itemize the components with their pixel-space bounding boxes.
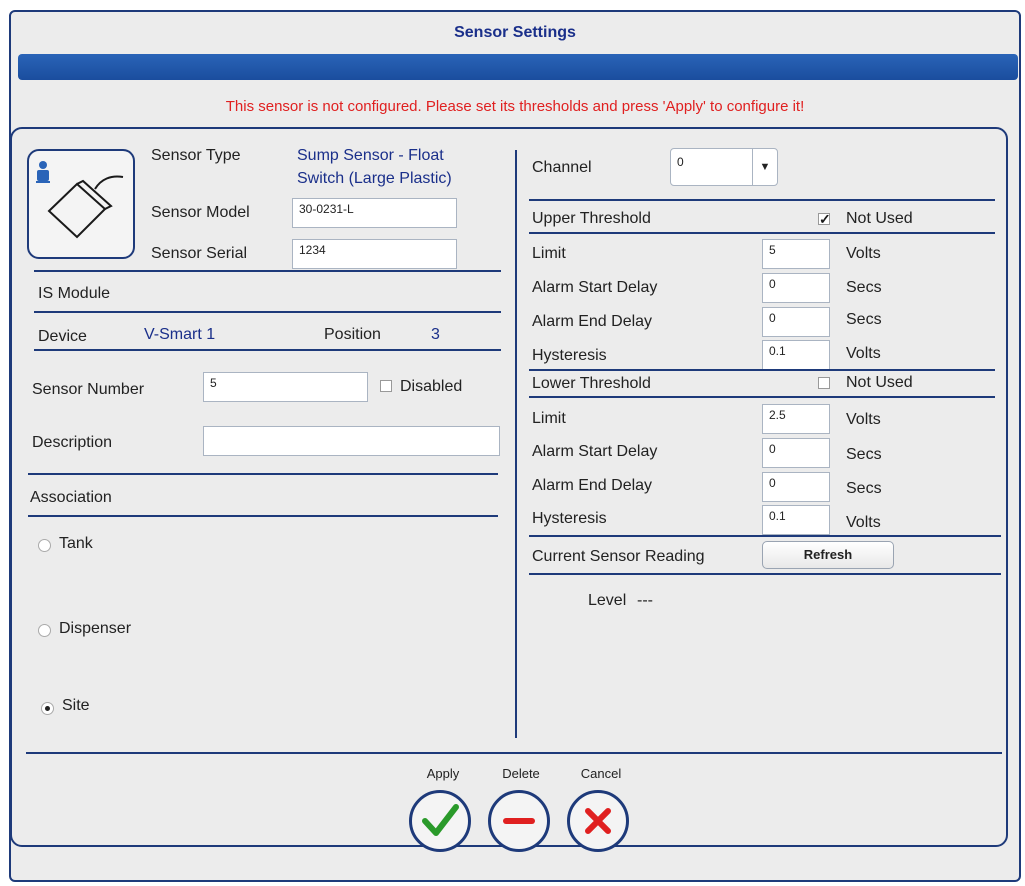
close-icon [585,808,611,834]
divider [529,369,995,371]
apply-button[interactable] [409,790,471,852]
description-field[interactable] [203,426,500,456]
upper-end-delay-unit: Secs [846,311,882,328]
current-reading-label: Current Sensor Reading [532,548,705,565]
divider [34,270,501,272]
upper-limit-unit: Volts [846,245,881,262]
divider [34,349,501,351]
association-tank-radio[interactable] [38,539,51,552]
lower-not-used-label: Not Used [846,374,913,391]
divider [529,573,1001,575]
lower-end-delay-field[interactable]: 0 [762,472,830,502]
lower-start-delay-unit: Secs [846,446,882,463]
sensor-model-field[interactable]: 30-0231-L [292,198,457,228]
lower-hysteresis-label: Hysteresis [532,510,607,527]
sensor-serial-label: Sensor Serial [151,245,248,262]
association-tank-label: Tank [59,535,93,552]
sensor-number-label: Sensor Number [32,381,145,398]
divider [26,752,1002,754]
association-dispenser-label: Dispenser [59,620,132,637]
warning-message: This sensor is not configured. Please se… [225,98,805,115]
lower-threshold-heading: Lower Threshold [532,375,651,392]
dialog-title: Sensor Settings [454,24,576,41]
association-site-radio[interactable] [41,702,54,715]
upper-hysteresis-field[interactable]: 0.1 [762,340,830,370]
cancel-label: Cancel [580,766,622,781]
delete-button[interactable] [488,790,550,852]
sensor-type-value-line2: Switch (Large Plastic) [297,170,452,187]
checkmark-icon [422,804,459,836]
disabled-checkbox[interactable] [380,380,392,392]
lower-start-delay-field[interactable]: 0 [762,438,830,468]
device-label: Device [38,328,87,345]
lower-hysteresis-unit: Volts [846,514,881,531]
sensor-model-label: Sensor Model [151,204,250,221]
description-label: Description [32,434,113,451]
position-label: Position [324,326,381,343]
divider [529,199,995,201]
channel-label: Channel [532,159,592,176]
divider [529,396,995,398]
level-label: Level [588,592,627,609]
sensor-type-label: Sensor Type [151,147,241,164]
divider [529,535,1001,537]
checkmark-icon: ✓ [819,211,831,227]
association-dispenser-radio[interactable] [38,624,51,637]
upper-limit-label: Limit [532,245,566,262]
upper-start-delay-unit: Secs [846,279,882,296]
upper-end-delay-label: Alarm End Delay [532,313,653,330]
float-switch-sensor-icon [27,149,135,259]
minus-icon [503,818,535,824]
column-divider [515,150,517,738]
dropdown-arrow-icon[interactable]: ▼ [752,149,777,185]
divider [34,311,501,313]
sensor-serial-field[interactable]: 1234 [292,239,457,269]
upper-not-used-label: Not Used [846,210,913,227]
divider [28,515,498,517]
device-value: V-Smart 1 [144,326,216,343]
association-site-label: Site [62,697,90,714]
upper-start-delay-label: Alarm Start Delay [532,279,658,296]
channel-select[interactable]: 0 ▼ [670,148,778,186]
lower-end-delay-label: Alarm End Delay [532,477,653,494]
delete-label: Delete [502,766,540,781]
upper-end-delay-field[interactable]: 0 [762,307,830,337]
lower-not-used-checkbox[interactable] [818,377,830,389]
lower-limit-field[interactable]: 2.5 [762,404,830,434]
disabled-label: Disabled [400,378,463,395]
sensor-number-field[interactable]: 5 [203,372,368,402]
upper-limit-field[interactable]: 5 [762,239,830,269]
upper-not-used-checkbox[interactable]: ✓ [818,211,831,227]
apply-label: Apply [426,766,460,781]
divider [529,232,995,234]
header-bar [18,54,1018,80]
lower-start-delay-label: Alarm Start Delay [532,443,658,460]
lower-limit-unit: Volts [846,411,881,428]
level-value: --- [637,592,653,609]
position-value: 3 [431,326,440,343]
divider [28,473,498,475]
association-heading: Association [30,489,112,506]
lower-limit-label: Limit [532,410,566,427]
refresh-button[interactable]: Refresh [762,541,894,569]
upper-hysteresis-label: Hysteresis [532,347,607,364]
lower-hysteresis-field[interactable]: 0.1 [762,505,830,535]
upper-hysteresis-unit: Volts [846,345,881,362]
channel-value: 0 [677,155,684,169]
sensor-type-value-line1: Sump Sensor - Float [297,147,444,164]
is-module-heading: IS Module [38,285,111,302]
cancel-button[interactable] [567,790,629,852]
upper-threshold-heading: Upper Threshold [532,210,651,227]
upper-start-delay-field[interactable]: 0 [762,273,830,303]
lower-end-delay-unit: Secs [846,480,882,497]
